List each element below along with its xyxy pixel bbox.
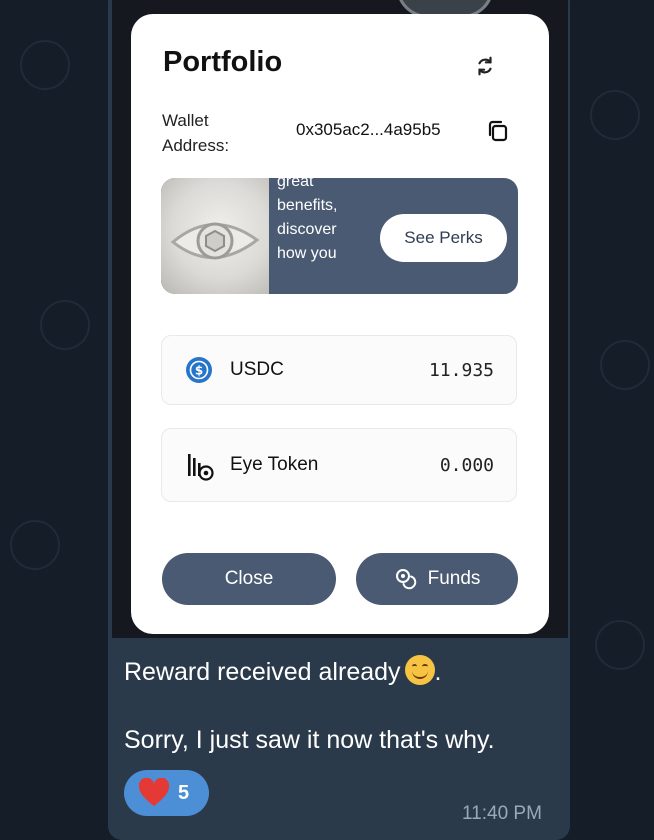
portfolio-title: Portfolio (163, 46, 283, 78)
token-amount: 0.000 (439, 455, 494, 476)
funds-button-label: Funds (427, 568, 481, 589)
banner-text: great benefits, discover how you (277, 178, 338, 262)
token-name: Eye Token (230, 454, 319, 475)
coins-icon (395, 569, 416, 590)
wallet-address-label: Wallet Address: (162, 111, 230, 155)
funds-button[interactable]: Funds (356, 553, 518, 605)
copy-icon[interactable] (486, 119, 510, 143)
portfolio-card (131, 14, 549, 634)
token-row-usdc[interactable]: $ USDC 11.935 (161, 335, 517, 405)
eye-sculpture-image (161, 178, 269, 294)
message-text-suffix: . (434, 658, 442, 686)
svg-text:$: $ (195, 364, 203, 378)
token-name: USDC (230, 359, 284, 380)
heart-icon (138, 778, 170, 806)
message-text-line-2: Sorry, I just saw it now that's why. (124, 726, 495, 754)
wallet-address-value: 0x305ac2...4a95b5 (296, 120, 441, 139)
token-row-eye-token[interactable]: Eye Token 0.000 (161, 428, 517, 502)
reaction-chip[interactable]: 5 (124, 770, 209, 816)
message-timestamp: 11:40 PM (462, 803, 542, 824)
refresh-icon[interactable] (474, 55, 496, 77)
usdc-coin-icon: $ (186, 357, 212, 383)
message-text: Reward received already (124, 658, 401, 686)
message-text-line-1: Reward received already. (124, 655, 441, 687)
token-amount: 11.935 (428, 360, 494, 381)
see-perks-button[interactable]: See Perks (380, 214, 507, 262)
close-button-label: Close (224, 568, 274, 589)
perks-banner: great benefits, discover how you See Per… (161, 178, 518, 294)
smiling-face-emoji-icon (404, 655, 435, 685)
reaction-count: 5 (178, 781, 190, 804)
eye-token-icon (188, 454, 214, 481)
close-button[interactable]: Close (162, 553, 336, 605)
